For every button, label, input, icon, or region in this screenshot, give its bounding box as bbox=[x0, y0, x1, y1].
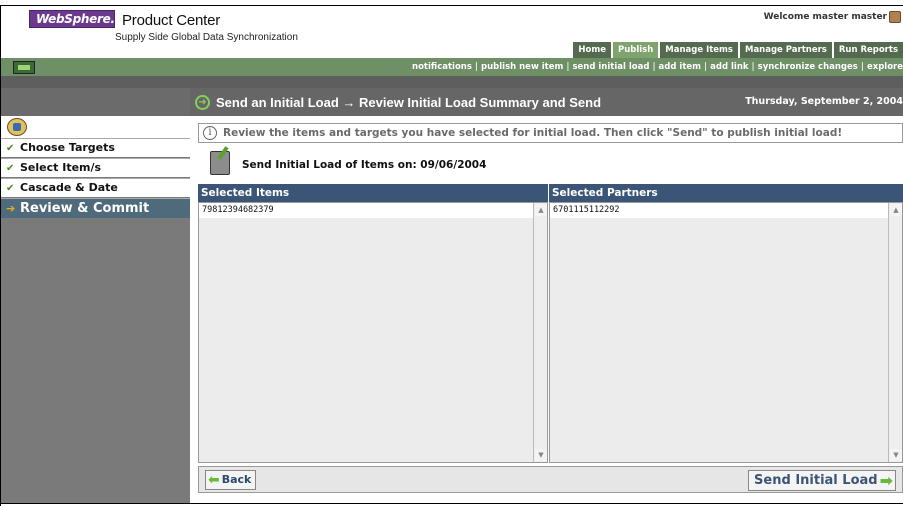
step-cascade-date[interactable]: ✔ Cascade & Date bbox=[1, 178, 190, 197]
publish-load-icon bbox=[210, 151, 230, 175]
brand-label: WebSphere. bbox=[36, 12, 115, 26]
tab-run-reports[interactable]: Run Reports bbox=[833, 42, 903, 58]
user-icon[interactable] bbox=[889, 11, 901, 23]
selected-items-list[interactable]: 79812394682379 ▲ ▼ bbox=[198, 202, 548, 463]
wizard-icon bbox=[7, 118, 27, 136]
checkmark-icon: ✔ bbox=[6, 163, 15, 174]
link-publish-new-item[interactable]: publish new item bbox=[481, 62, 563, 72]
info-text: Review the items and targets you have se… bbox=[223, 127, 843, 139]
publish-icon bbox=[13, 61, 35, 74]
tab-home[interactable]: Home bbox=[573, 42, 611, 58]
main-nav-tabs: Home Publish Manage Items Manage Partner… bbox=[571, 42, 903, 58]
tab-manage-items[interactable]: Manage Items bbox=[660, 42, 738, 58]
separator: | bbox=[474, 62, 479, 72]
send-arrow-icon: ➡ bbox=[879, 471, 893, 490]
selected-items-header: Selected Items bbox=[198, 184, 548, 202]
back-button[interactable]: ⬅ Back bbox=[205, 470, 257, 490]
link-add-item[interactable]: add item bbox=[659, 62, 701, 72]
app-header: WebSphere. Product Center Supply Side Gl… bbox=[1, 6, 903, 58]
info-message: i Review the items and targets you have … bbox=[198, 123, 903, 143]
send-label: Send Initial Load bbox=[754, 473, 878, 488]
checkmark-icon: ✔ bbox=[6, 183, 15, 194]
sub-navigation-bar: notifications | publish new item | send init… bbox=[1, 58, 903, 76]
page-title-bar: ➜ Send an Initial Load → Review Initial … bbox=[190, 88, 903, 116]
info-icon: i bbox=[203, 126, 217, 140]
items-scrollbar[interactable]: ▲ ▼ bbox=[533, 203, 547, 462]
link-notifications[interactable]: notifications bbox=[412, 62, 472, 72]
separator: | bbox=[704, 62, 708, 72]
step-label: Review & Commit bbox=[20, 201, 150, 216]
product-title: Product Center bbox=[122, 12, 221, 29]
link-explore[interactable]: explore bbox=[867, 62, 903, 72]
separator: | bbox=[652, 62, 656, 72]
load-date-text: Send Initial Load of Items on: 09/06/200… bbox=[242, 159, 487, 171]
step-label: Select Item/s bbox=[20, 161, 102, 174]
scroll-up-icon[interactable]: ▲ bbox=[890, 204, 902, 216]
sidebar-header bbox=[1, 88, 190, 116]
main-content: ➜ Send an Initial Load → Review Initial … bbox=[190, 88, 903, 503]
link-add-link[interactable]: add link bbox=[710, 62, 748, 72]
scroll-down-icon[interactable]: ▼ bbox=[535, 449, 547, 461]
load-summary: Send Initial Load of Items on: 09/06/200… bbox=[190, 145, 903, 183]
selected-partners-list[interactable]: 6701115112292 ▲ ▼ bbox=[549, 202, 903, 463]
action-bar: ⬅ Back Send Initial Load ➡ bbox=[198, 466, 903, 493]
arrow-circle-icon: ➜ bbox=[195, 95, 210, 110]
scroll-up-icon[interactable]: ▲ bbox=[535, 204, 547, 216]
divider-band bbox=[1, 76, 903, 88]
separator: | bbox=[860, 62, 864, 72]
separator: | bbox=[751, 62, 755, 72]
arrow-right-icon: ➔ bbox=[6, 202, 16, 215]
tab-manage-partners[interactable]: Manage Partners bbox=[739, 42, 832, 58]
tab-publish[interactable]: Publish bbox=[612, 42, 659, 58]
page-title: Send an Initial Load → Review Initial Lo… bbox=[216, 95, 602, 110]
step-choose-targets[interactable]: ✔ Choose Targets bbox=[1, 138, 190, 157]
link-send-initial-load[interactable]: send initial load bbox=[572, 62, 649, 72]
subnav-links: notifications | publish new item | send init… bbox=[412, 58, 903, 76]
product-subtitle: Supply Side Global Data Synchronization bbox=[115, 32, 298, 43]
frame-bottom-border bbox=[0, 503, 903, 504]
back-label: Back bbox=[221, 473, 252, 486]
send-initial-load-button[interactable]: Send Initial Load ➡ bbox=[748, 470, 896, 491]
link-synchronize-changes[interactable]: synchronize changes bbox=[758, 62, 858, 72]
sidebar-icon-row bbox=[1, 116, 190, 138]
app-window: WebSphere. Product Center Supply Side Gl… bbox=[0, 0, 903, 506]
step-select-items[interactable]: ✔ Select Item/s bbox=[1, 158, 190, 177]
list-item[interactable]: 79812394682379 bbox=[199, 203, 533, 218]
wizard-sidebar: ✔ Choose Targets ✔ Select Item/s ✔ Cascade … bbox=[1, 88, 190, 503]
step-review-commit[interactable]: ➔ Review & Commit bbox=[1, 198, 190, 218]
partners-scrollbar[interactable]: ▲ ▼ bbox=[888, 203, 902, 462]
scroll-down-icon[interactable]: ▼ bbox=[890, 449, 902, 461]
welcome-text: Welcome master master bbox=[763, 12, 887, 22]
step-label: Choose Targets bbox=[20, 141, 115, 154]
step-label: Cascade & Date bbox=[20, 181, 118, 194]
list-item[interactable]: 6701115112292 bbox=[550, 203, 888, 218]
checkmark-icon: ✔ bbox=[6, 143, 15, 154]
selected-partners-header: Selected Partners bbox=[549, 184, 903, 202]
current-date: Thursday, September 2, 2004 bbox=[745, 96, 903, 107]
separator: | bbox=[566, 62, 570, 72]
websphere-logo[interactable]: WebSphere. bbox=[29, 10, 115, 28]
back-arrow-icon: ⬅ bbox=[208, 472, 220, 488]
